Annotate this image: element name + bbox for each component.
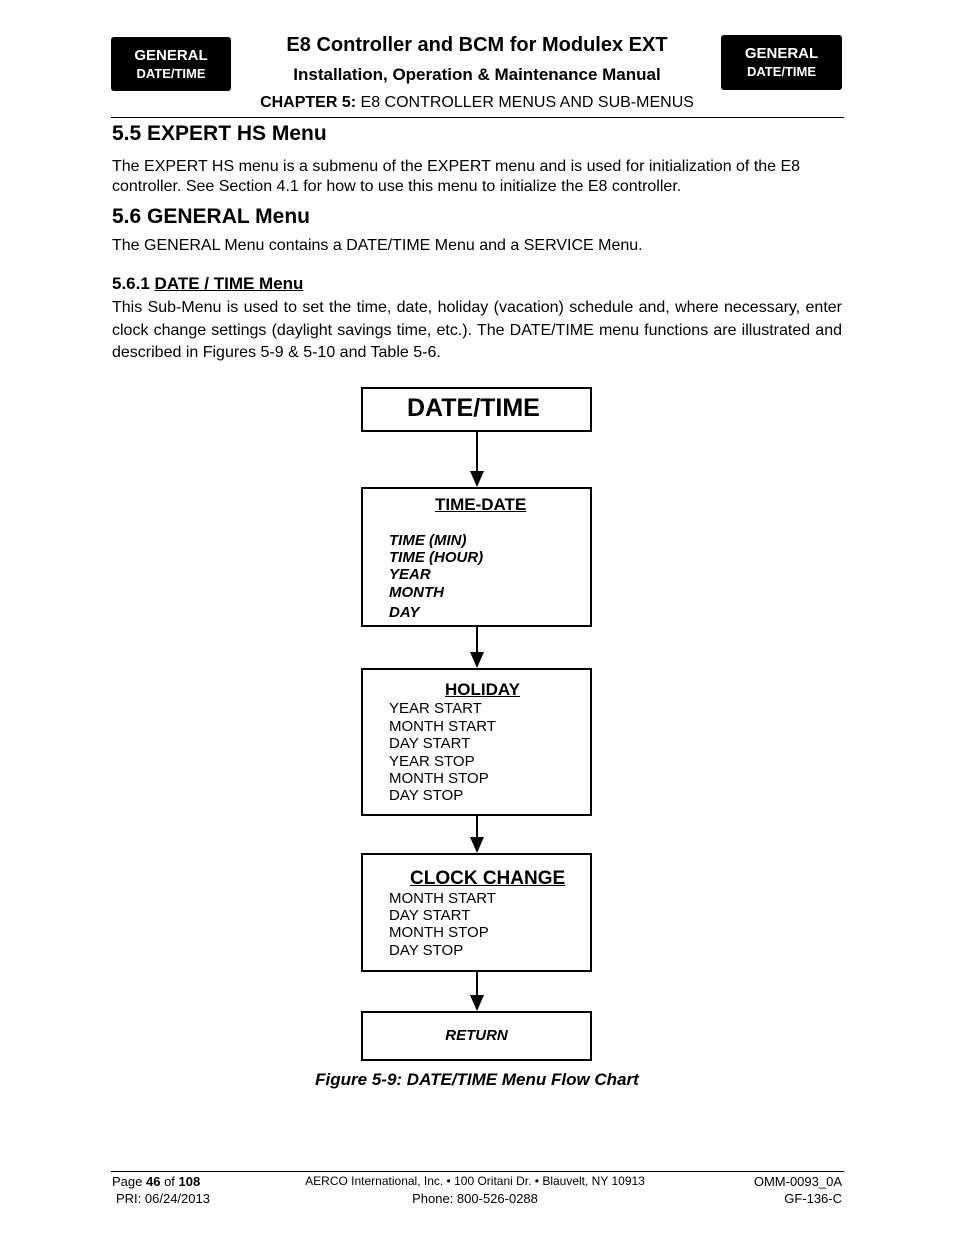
section-5-6-heading: 5.6 GENERAL Menu bbox=[112, 205, 310, 228]
flow-connector bbox=[476, 816, 478, 838]
chapter-label: CHAPTER 5: bbox=[260, 94, 357, 111]
time-date-title: TIME-DATE bbox=[435, 495, 527, 514]
arrow-down-icon bbox=[470, 471, 484, 487]
holiday-item: MONTH START bbox=[389, 718, 496, 735]
return-label: RETURN bbox=[445, 1027, 508, 1044]
company-address: AERCO International, Inc. • 100 Oritani … bbox=[305, 1174, 645, 1188]
section-5-5-heading: 5.5 EXPERT HS Menu bbox=[112, 122, 327, 145]
flow-connector bbox=[476, 432, 478, 472]
flow-box-date-time: DATE/TIME bbox=[361, 387, 592, 432]
document-number: OMM-0093_0A bbox=[753, 1174, 842, 1189]
document-subtitle: Installation, Operation & Maintenance Ma… bbox=[293, 65, 661, 84]
clock-change-item: MONTH STOP bbox=[389, 924, 489, 941]
pri-date: PRI: 06/24/2013 bbox=[116, 1191, 210, 1206]
flow-root-label: DATE/TIME bbox=[407, 394, 540, 422]
footer-divider bbox=[111, 1171, 844, 1172]
holiday-title: HOLIDAY bbox=[445, 680, 520, 699]
section-5-6-1-title: DATE / TIME Menu bbox=[154, 274, 304, 293]
flow-box-return: RETURN bbox=[361, 1011, 592, 1061]
section-tag-right-line2: DATE/TIME bbox=[746, 64, 817, 79]
holiday-item: YEAR START bbox=[389, 700, 482, 717]
flow-box-time-date: TIME-DATE TIME (MIN) TIME (HOUR) YEAR MO… bbox=[361, 487, 592, 627]
section-tag-left-line1: GENERAL bbox=[134, 47, 208, 64]
holiday-item: MONTH STOP bbox=[389, 770, 489, 787]
page-of: of bbox=[160, 1174, 179, 1189]
arrow-down-icon bbox=[470, 652, 484, 668]
page-total: 108 bbox=[178, 1174, 201, 1189]
section-tag-right-line1: GENERAL bbox=[744, 45, 819, 62]
figure-caption: Figure 5-9: DATE/TIME Menu Flow Chart bbox=[315, 1070, 639, 1089]
time-date-item: YEAR bbox=[389, 566, 431, 583]
section-tag-right: GENERAL DATE/TIME bbox=[721, 35, 842, 90]
time-date-item: DAY bbox=[389, 604, 420, 621]
time-date-item: TIME (MIN) bbox=[389, 532, 467, 549]
section-5-6-1-body: This Sub-Menu is used to set the time, d… bbox=[112, 299, 842, 361]
flow-connector bbox=[476, 627, 478, 653]
arrow-down-icon bbox=[470, 995, 484, 1011]
clock-change-item: MONTH START bbox=[389, 890, 496, 907]
section-5-5-body: The EXPERT HS menu is a submenu of the E… bbox=[112, 158, 801, 195]
form-number: GF-136-C bbox=[784, 1191, 842, 1206]
section-tag-left-line2: DATE/TIME bbox=[136, 66, 206, 81]
section-5-6-1-heading: 5.6.1 DATE / TIME Menu bbox=[112, 274, 303, 294]
clock-change-item: DAY START bbox=[389, 907, 471, 924]
company-phone: Phone: 800-526-0288 bbox=[412, 1191, 538, 1206]
page-indicator: Page 46 of 108 bbox=[112, 1173, 200, 1190]
document-title: E8 Controller and BCM for Modulex EXT bbox=[286, 34, 668, 56]
holiday-item: YEAR STOP bbox=[389, 753, 475, 770]
chapter-heading: CHAPTER 5: E8 CONTROLLER MENUS AND SUB-M… bbox=[200, 94, 754, 112]
flow-box-holiday: HOLIDAY YEAR START MONTH START DAY START… bbox=[361, 668, 592, 816]
holiday-item: DAY STOP bbox=[389, 787, 464, 804]
time-date-item: TIME (HOUR) bbox=[389, 549, 484, 566]
flow-connector bbox=[476, 972, 478, 996]
section-5-6-1-number: 5.6.1 bbox=[112, 274, 155, 293]
time-date-item: MONTH bbox=[389, 584, 444, 601]
arrow-down-icon bbox=[470, 837, 484, 853]
flow-box-clock-change: CLOCK CHANGE MONTH START DAY START MONTH… bbox=[361, 853, 592, 972]
clock-change-item: DAY STOP bbox=[389, 942, 464, 959]
page-prefix: Page bbox=[112, 1174, 146, 1189]
header-divider bbox=[111, 117, 844, 118]
section-5-6-body: The GENERAL Menu contains a DATE/TIME Me… bbox=[112, 237, 643, 254]
holiday-item: DAY START bbox=[389, 735, 471, 752]
section-tag-left: GENERAL DATE/TIME bbox=[111, 37, 231, 91]
chapter-title: E8 CONTROLLER MENUS AND SUB-MENUS bbox=[356, 94, 694, 111]
clock-change-title: CLOCK CHANGE bbox=[410, 868, 566, 889]
page-number: 46 bbox=[145, 1174, 161, 1189]
